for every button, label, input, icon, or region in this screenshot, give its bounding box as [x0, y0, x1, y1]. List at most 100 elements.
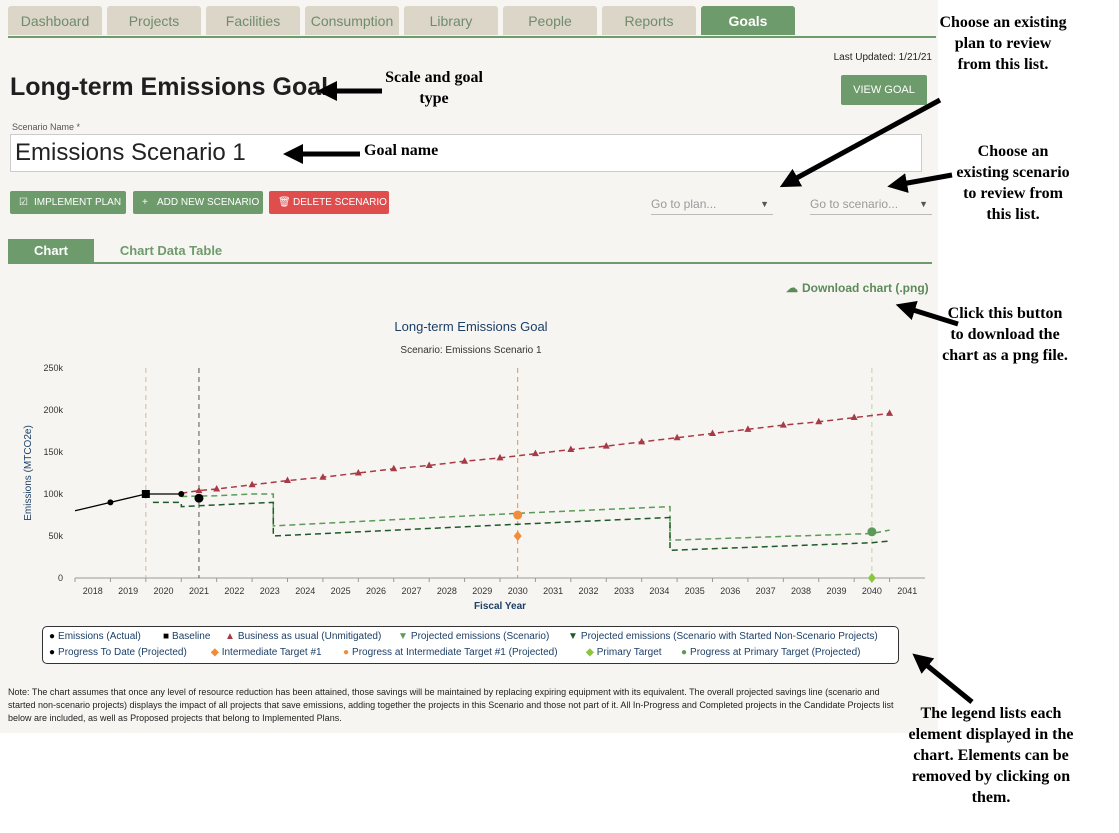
annotation-legend: The legend lists each element displayed … [908, 705, 1074, 806]
x-tick-label: 2031 [543, 586, 563, 596]
legend-item-projected-started[interactable]: ▼ Projected emissions (Scenario with Star… [568, 631, 878, 642]
legend-item-progress-intermediate[interactable]: ● Progress at Intermediate Target #1 (Pro… [343, 647, 558, 658]
x-tick-label: 2025 [331, 586, 351, 596]
annotation-scale-goal-type: Scale and goal type [385, 69, 483, 107]
x-tick-label: 2021 [189, 586, 209, 596]
legend-item-baseline[interactable]: ■ Baseline [163, 631, 210, 642]
data-point-progress-intermediate [513, 510, 523, 520]
x-tick-label: 2028 [437, 586, 457, 596]
add-new-scenario-button[interactable]: + ADD NEW SCENARIO [133, 191, 263, 214]
legend-item-progress-primary[interactable]: ● Progress at Primary Target (Projected) [681, 647, 860, 658]
data-point-baseline [141, 490, 150, 498]
last-updated: Last Updated: 1/21/21 [833, 52, 932, 63]
checkbox-icon: ☑ [19, 197, 28, 208]
trash-icon: 🗑 [278, 197, 291, 208]
x-tick-label: 2036 [720, 586, 740, 596]
legend-item-intermediate-target[interactable]: ◆ Intermediate Target #1 [211, 647, 322, 658]
x-tick-label: 2038 [791, 586, 811, 596]
tab-consumption[interactable]: Consumption [305, 6, 399, 35]
view-goal-button[interactable]: VIEW GOAL [841, 75, 927, 105]
y-tick-label: 50k [48, 531, 63, 541]
legend-label: Primary Target [596, 647, 662, 658]
x-axis-label: Fiscal Year [474, 601, 526, 612]
series-line-projected-started [152, 501, 890, 552]
legend-item-business-as-usual[interactable]: ▲ Business as usual (Unmitigated) [225, 631, 381, 642]
y-tick-label: 250k [43, 363, 63, 373]
tab-people[interactable]: People [503, 6, 597, 35]
scenario-name-label: Scenario Name * [12, 122, 81, 132]
x-tick-label: 2040 [862, 586, 882, 596]
data-point-business-as-usual [886, 409, 894, 416]
data-point-emissions-actual [178, 491, 185, 497]
data-point-intermediate-target [513, 531, 522, 541]
x-tick-label: 2029 [472, 586, 492, 596]
annotation-goal-name: Goal name [364, 142, 439, 159]
x-tick-label: 2027 [401, 586, 421, 596]
x-tick-label: 2019 [118, 586, 138, 596]
tab-dashboard[interactable]: Dashboard [8, 6, 102, 35]
chart-title: Long-term Emissions Goal [394, 319, 547, 334]
x-tick-label: 2018 [83, 586, 103, 596]
chart-subtabs: Chart Chart Data Table [8, 239, 932, 264]
data-point-business-as-usual [284, 476, 291, 484]
chart-subtitle: Scenario: Emissions Scenario 1 [400, 345, 542, 356]
main-nav: Dashboard Projects Facilities Consumptio… [8, 6, 936, 38]
x-tick-label: 2022 [224, 586, 244, 596]
legend-label: Projected emissions (Scenario) [410, 631, 550, 642]
delete-scenario-button[interactable]: 🗑 DELETE SCENARIO [269, 191, 389, 214]
go-to-scenario-select[interactable]: Go to scenario... ▼ [810, 194, 932, 215]
data-point-business-as-usual [461, 457, 469, 464]
x-tick-label: 2023 [260, 586, 280, 596]
y-tick-label: 150k [43, 447, 63, 457]
legend-label: Emissions (Actual) [58, 631, 141, 642]
tab-library[interactable]: Library [404, 6, 498, 35]
series-line-projected-scenario [181, 493, 890, 541]
download-chart-label: Download chart (.png) [802, 281, 929, 295]
implement-plan-label: IMPLEMENT PLAN [34, 197, 122, 208]
x-tick-label: 2024 [295, 586, 315, 596]
tab-chart-data-table[interactable]: Chart Data Table [108, 239, 234, 262]
data-point-business-as-usual [531, 449, 539, 457]
page-title: Long-term Emissions Goal [10, 73, 329, 101]
x-tick-label: 2033 [614, 586, 634, 596]
y-tick-label: 200k [43, 405, 63, 415]
chevron-down-icon: ▼ [919, 199, 928, 209]
implement-plan-button[interactable]: ☑ IMPLEMENT PLAN [10, 191, 126, 214]
chart-note: Note: The chart assumes that once any le… [8, 687, 894, 723]
legend-item-emissions-actual[interactable]: ● Emissions (Actual) [49, 631, 141, 642]
chart-legend: ● Emissions (Actual) ■ Baseline ▲ Business … [42, 626, 899, 664]
data-point-business-as-usual [390, 464, 398, 472]
tab-projects[interactable]: Projects [107, 6, 201, 35]
x-tick-label: 2037 [756, 586, 776, 596]
x-tick-label: 2032 [579, 586, 599, 596]
tab-reports[interactable]: Reports [602, 6, 696, 35]
annotation-plan-select: Choose an existing plan to review from t… [939, 14, 1067, 73]
legend-item-projected-scenario[interactable]: ▼ Projected emissions (Scenario) [398, 631, 549, 642]
download-chart-button[interactable]: ☁ Download chart (.png) [786, 281, 929, 295]
go-to-plan-value: Go to plan... [651, 197, 717, 211]
go-to-plan-select[interactable]: Go to plan... ▼ [651, 194, 773, 215]
legend-label: Baseline [172, 631, 211, 642]
legend-label: Progress at Intermediate Target #1 (Proj… [352, 647, 558, 658]
tab-facilities[interactable]: Facilities [206, 6, 300, 35]
tab-goals[interactable]: Goals [701, 6, 795, 35]
y-tick-label: 0 [58, 573, 63, 583]
x-tick-label: 2039 [826, 586, 846, 596]
y-axis-label: Emissions (MTCO2e) [23, 425, 34, 521]
x-tick-label: 2035 [685, 586, 705, 596]
x-tick-label: 2041 [897, 586, 917, 596]
app-window: Dashboard Projects Facilities Consumptio… [0, 0, 938, 733]
y-tick-label: 100k [43, 489, 63, 499]
legend-label: Progress To Date (Projected) [58, 647, 187, 658]
legend-label: Business as usual (Unmitigated) [237, 631, 382, 642]
tab-chart[interactable]: Chart [8, 239, 94, 262]
delete-scenario-label: DELETE SCENARIO [293, 197, 387, 208]
emissions-chart: Long-term Emissions Goal Scenario: Emissi… [23, 319, 925, 612]
legend-item-progress-to-date[interactable]: ● Progress To Date (Projected) [49, 647, 187, 658]
annotation-download: Click this button to download the chart … [942, 305, 1068, 364]
legend-item-primary-target[interactable]: ◆ Primary Target [586, 647, 662, 658]
data-point-business-as-usual [779, 421, 787, 428]
go-to-scenario-value: Go to scenario... [810, 197, 899, 211]
data-point-progress-to-date [194, 493, 204, 503]
data-point-primary-target [867, 573, 876, 583]
